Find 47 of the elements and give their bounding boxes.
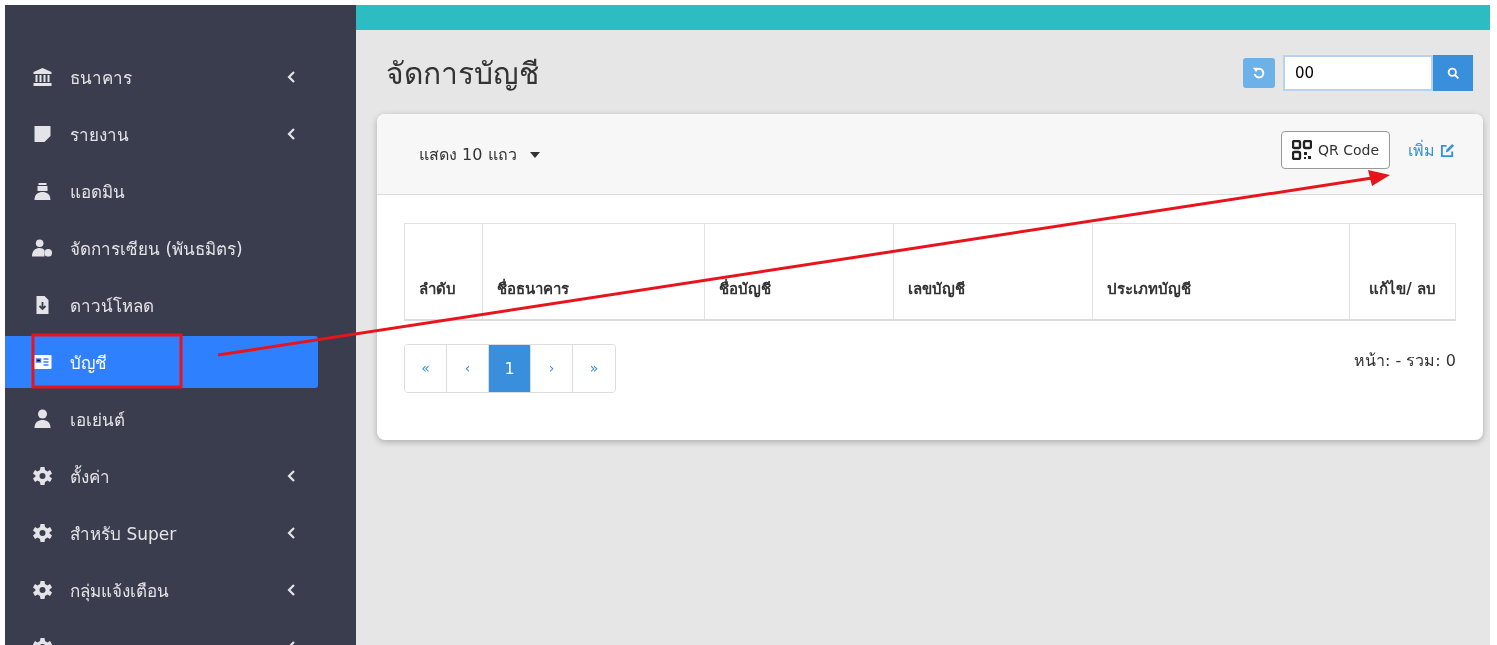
- sidebar-item[interactable]: กลุ่มแจ้งเตือน: [5, 564, 318, 616]
- bank-icon: [32, 67, 53, 87]
- page-title: จัดการบัญชี: [386, 54, 539, 93]
- caret-icon: [529, 152, 540, 158]
- sidebar-label: จัดการเซียน (พันธมิตร): [70, 237, 244, 261]
- sidebar-item[interactable]: บัญชี: [5, 336, 318, 388]
- sidebar-item[interactable]: ดาวน์โหลด: [5, 279, 318, 331]
- user-gear-icon: [32, 238, 53, 258]
- sidebar-label: รายงาน: [70, 123, 130, 147]
- sidebar-label: ดาวน์โหลด: [70, 294, 155, 318]
- edit-icon: [1440, 142, 1455, 158]
- column-header: ลำดับ: [404, 223, 483, 320]
- note-icon: [32, 124, 53, 144]
- search-button[interactable]: [1433, 55, 1473, 91]
- search-icon: [1446, 66, 1460, 80]
- settings-icon: [32, 523, 53, 543]
- column-header: แก้ไข/ ลบ: [1349, 223, 1456, 320]
- sidebar-label: เอเย่นต์: [70, 408, 126, 432]
- column-header: ประเภทบัญชี: [1092, 223, 1350, 320]
- column-header: เลขบัญชี: [893, 223, 1093, 320]
- refresh-icon: [1252, 66, 1266, 80]
- pagination-button[interactable]: «: [405, 344, 447, 392]
- sidebar-item[interactable]: จัดการเซียน (พันธมิตร): [5, 222, 318, 274]
- sidebar-item[interactable]: รายงาน: [5, 108, 318, 160]
- settings-icon: [32, 580, 53, 600]
- sidebar-item[interactable]: ธนาคาร: [5, 51, 318, 103]
- sidebar-label: ตั้งค่า: [70, 464, 111, 489]
- reset-button[interactable]: [1243, 58, 1275, 88]
- sidebar-item[interactable]: แอดมิน: [5, 165, 318, 217]
- qr-code-button[interactable]: QR Code: [1280, 131, 1390, 169]
- page-summary: หน้า: - รวม: 0: [1354, 349, 1456, 372]
- column-header: ชื่อบัญชี: [704, 223, 894, 320]
- user-tie-icon: [32, 181, 53, 201]
- sidebar-label: บัญชี: [70, 351, 108, 375]
- sidebar-label: กลุ่มแจ้งเตือน: [70, 579, 170, 604]
- sidebar-item[interactable]: เอเย่นต์: [5, 393, 318, 445]
- sidebar-item[interactable]: ตั้งค่า: [5, 450, 318, 502]
- user-icon: [32, 409, 53, 429]
- sidebar-label: แอดมิน: [70, 180, 126, 204]
- sidebar-label: สำหรับ Super: [70, 522, 178, 546]
- settings-icon: [32, 466, 53, 486]
- sidebar-item[interactable]: สำหรับ Super: [5, 507, 318, 559]
- search-field[interactable]: 00: [1283, 55, 1433, 91]
- page-size-dropdown[interactable]: แสดง 10 แถว: [419, 141, 540, 167]
- column-header: ชื่อธนาคาร: [482, 223, 705, 320]
- qr-code-icon: [1291, 140, 1312, 160]
- sidebar-label: ธนาคาร: [70, 66, 133, 90]
